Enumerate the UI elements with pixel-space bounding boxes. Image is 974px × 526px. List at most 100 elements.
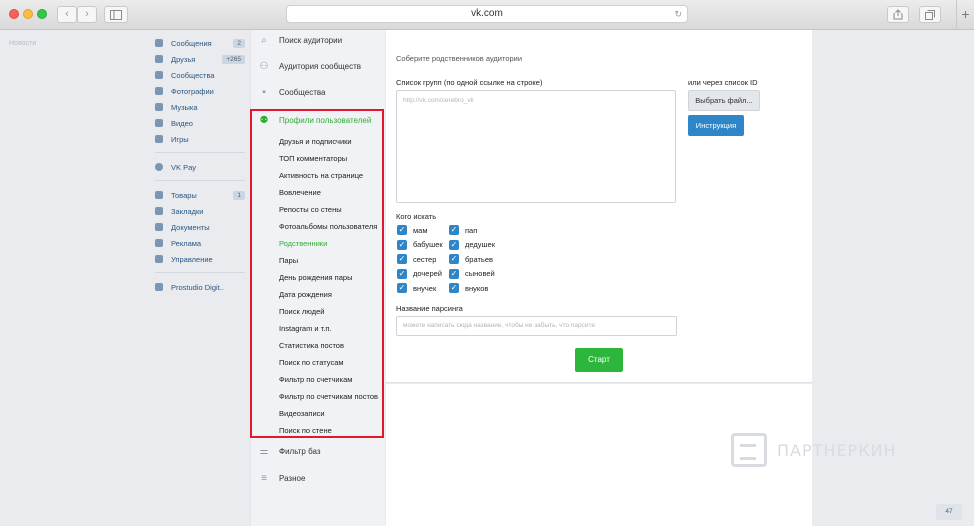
zoom-badge[interactable]: 47 bbox=[936, 504, 962, 520]
page-title: Соберите родственников аудитории bbox=[396, 54, 523, 63]
menu-item-label: Закладки bbox=[171, 206, 204, 216]
vk-left-menu: Сообщения 2 Друзья +265 Сообщества Фотографии… bbox=[155, 35, 245, 295]
relative-checkbox[interactable]: ✓ братьев bbox=[449, 254, 493, 264]
forward-button[interactable]: › bbox=[77, 6, 97, 23]
checkbox-checked-icon[interactable]: ✓ bbox=[449, 254, 459, 264]
checkbox-checked-icon[interactable]: ✓ bbox=[449, 225, 459, 235]
menu-item-communities[interactable]: Сообщества bbox=[155, 67, 245, 83]
communities-icon bbox=[155, 71, 163, 79]
parsing-name-label: Название парсинга bbox=[396, 304, 463, 313]
menu-item-vkpay[interactable]: VK Pay bbox=[155, 159, 245, 175]
menu-item-label: Реклама bbox=[171, 238, 202, 248]
audience-icon: ⚇ bbox=[259, 60, 269, 72]
filter-icon: ⚌ bbox=[259, 445, 269, 457]
relative-checkbox[interactable]: ✓ дочерей bbox=[397, 268, 442, 279]
menu-item-label: Фотографии bbox=[171, 86, 214, 96]
tabs-icon bbox=[925, 10, 935, 20]
menu-item-label: VK Pay bbox=[171, 162, 197, 172]
menu-item-manage[interactable]: Управление bbox=[155, 251, 245, 267]
groups-label: Список групп (по одной ссылке на строке) bbox=[396, 78, 543, 87]
sidebar-item-misc[interactable]: ≡ Разное bbox=[251, 468, 386, 488]
parsing-name-input[interactable]: можете написать сюда название, чтобы не … bbox=[396, 316, 677, 336]
checkbox-label: сестер bbox=[413, 254, 437, 264]
share-button[interactable] bbox=[887, 6, 909, 23]
highlight-frame bbox=[250, 109, 384, 438]
checkbox-label: бабушек bbox=[413, 240, 443, 249]
choose-file-button[interactable]: Выбрать файл... bbox=[688, 90, 760, 111]
menu-divider bbox=[155, 152, 245, 153]
menu-item-app[interactable]: Prostudio Digit.. bbox=[155, 279, 245, 295]
documents-icon bbox=[155, 223, 163, 231]
address-bar[interactable]: vk.com ↻ bbox=[286, 5, 688, 23]
minimize-window-button[interactable] bbox=[23, 9, 33, 19]
checkbox-checked-icon[interactable]: ✓ bbox=[449, 283, 459, 293]
menu-item-goods[interactable]: Товары 1 bbox=[155, 187, 245, 203]
url-text: vk.com bbox=[471, 8, 503, 19]
relative-checkbox[interactable]: ✓ мам bbox=[397, 225, 427, 235]
menu-item-label: Видео bbox=[171, 118, 193, 128]
menu-item-video[interactable]: Видео bbox=[155, 115, 245, 131]
goods-icon bbox=[155, 191, 163, 199]
relative-checkbox[interactable]: ✓ бабушек bbox=[397, 239, 443, 250]
checkbox-checked-icon[interactable]: ✓ bbox=[397, 283, 407, 293]
close-window-button[interactable] bbox=[9, 9, 19, 19]
menu-item-label: Музыка bbox=[171, 102, 198, 112]
sidebar-item-label: Сообщества bbox=[279, 87, 326, 97]
back-button[interactable]: ‹ bbox=[57, 6, 77, 23]
menu-item-games[interactable]: Игры bbox=[155, 131, 245, 147]
groups-textarea[interactable]: http://vk.com/cerebro_vk bbox=[396, 90, 676, 203]
sidebar-item-label: Фильтр баз bbox=[279, 446, 321, 456]
sidebar-item-label: Поиск аудитории bbox=[279, 35, 343, 45]
menu-item-message[interactable]: Сообщения 2 bbox=[155, 35, 245, 51]
instruction-button[interactable]: Инструкция bbox=[688, 115, 744, 136]
checkbox-checked-icon[interactable]: ✓ bbox=[449, 239, 459, 250]
menu-item-count: 2 bbox=[233, 38, 245, 48]
start-button[interactable]: Старт bbox=[575, 348, 623, 372]
checkbox-checked-icon[interactable]: ✓ bbox=[397, 225, 407, 235]
sidebar-item-communities[interactable]: ▪ Сообщества bbox=[251, 82, 386, 102]
sidebar-icon bbox=[110, 10, 122, 20]
watermark-text: ПАРТНЕРКИН bbox=[777, 440, 897, 460]
menu-item-bookmarks[interactable]: Закладки bbox=[155, 203, 245, 219]
menu-item-music[interactable]: Музыка bbox=[155, 99, 245, 115]
partnerkin-logo-icon bbox=[731, 433, 767, 467]
zoom-window-button[interactable] bbox=[37, 9, 47, 19]
sidebar-item-community-audience[interactable]: ⚇ Аудитория сообществ bbox=[251, 56, 386, 76]
checkbox-label: сыновей bbox=[465, 269, 495, 278]
menu-item-documents[interactable]: Документы bbox=[155, 219, 245, 235]
menu-item-label: Prostudio Digit.. bbox=[171, 282, 224, 292]
relative-checkbox[interactable]: ✓ внучек bbox=[397, 283, 436, 293]
sidebar-item-audience-search[interactable]: ⌕ Поиск аудитории bbox=[251, 30, 386, 50]
relative-checkbox[interactable]: ✓ дедушек bbox=[449, 239, 495, 250]
menu-item-photos[interactable]: Фотографии bbox=[155, 83, 245, 99]
relative-checkbox[interactable]: ✓ сыновей bbox=[449, 268, 495, 279]
checkbox-checked-icon[interactable]: ✓ bbox=[397, 239, 407, 250]
menu-item-label: Друзья bbox=[171, 54, 196, 64]
vkpay-icon bbox=[155, 163, 163, 171]
sidebar-item-base-filter[interactable]: ⚌ Фильтр баз bbox=[251, 441, 386, 461]
checkbox-checked-icon[interactable]: ✓ bbox=[397, 254, 407, 264]
message-icon bbox=[155, 39, 163, 47]
checkbox-label: дедушек bbox=[465, 240, 495, 249]
reload-icon[interactable]: ↻ bbox=[674, 6, 682, 22]
share-icon bbox=[893, 9, 903, 20]
checkbox-checked-icon[interactable]: ✓ bbox=[449, 268, 459, 279]
new-tab-button[interactable]: + bbox=[956, 0, 974, 30]
browser-toolbar: ‹ › vk.com ↻ + bbox=[0, 0, 974, 30]
sidebar-toggle-button[interactable] bbox=[104, 6, 128, 23]
relative-checkbox[interactable]: ✓ пап bbox=[449, 225, 477, 235]
sidebar-item-label: Разное bbox=[279, 473, 306, 483]
chat-icon: ▪ bbox=[262, 86, 266, 98]
search-icon: ⌕ bbox=[261, 34, 267, 46]
id-list-label: или через список ID bbox=[688, 78, 758, 87]
relative-checkbox[interactable]: ✓ сестер bbox=[397, 254, 436, 264]
menu-item-friends[interactable]: Друзья +265 bbox=[155, 51, 245, 67]
ads-icon bbox=[155, 239, 163, 247]
tabs-overview-button[interactable] bbox=[919, 6, 941, 23]
menu-item-ads[interactable]: Реклама bbox=[155, 235, 245, 251]
checkbox-checked-icon[interactable]: ✓ bbox=[397, 268, 407, 279]
checkbox-label: дочерей bbox=[413, 269, 442, 278]
checkbox-label: внуков bbox=[465, 283, 489, 293]
relative-checkbox[interactable]: ✓ внуков bbox=[449, 283, 488, 293]
checkbox-label: мам bbox=[413, 225, 428, 235]
